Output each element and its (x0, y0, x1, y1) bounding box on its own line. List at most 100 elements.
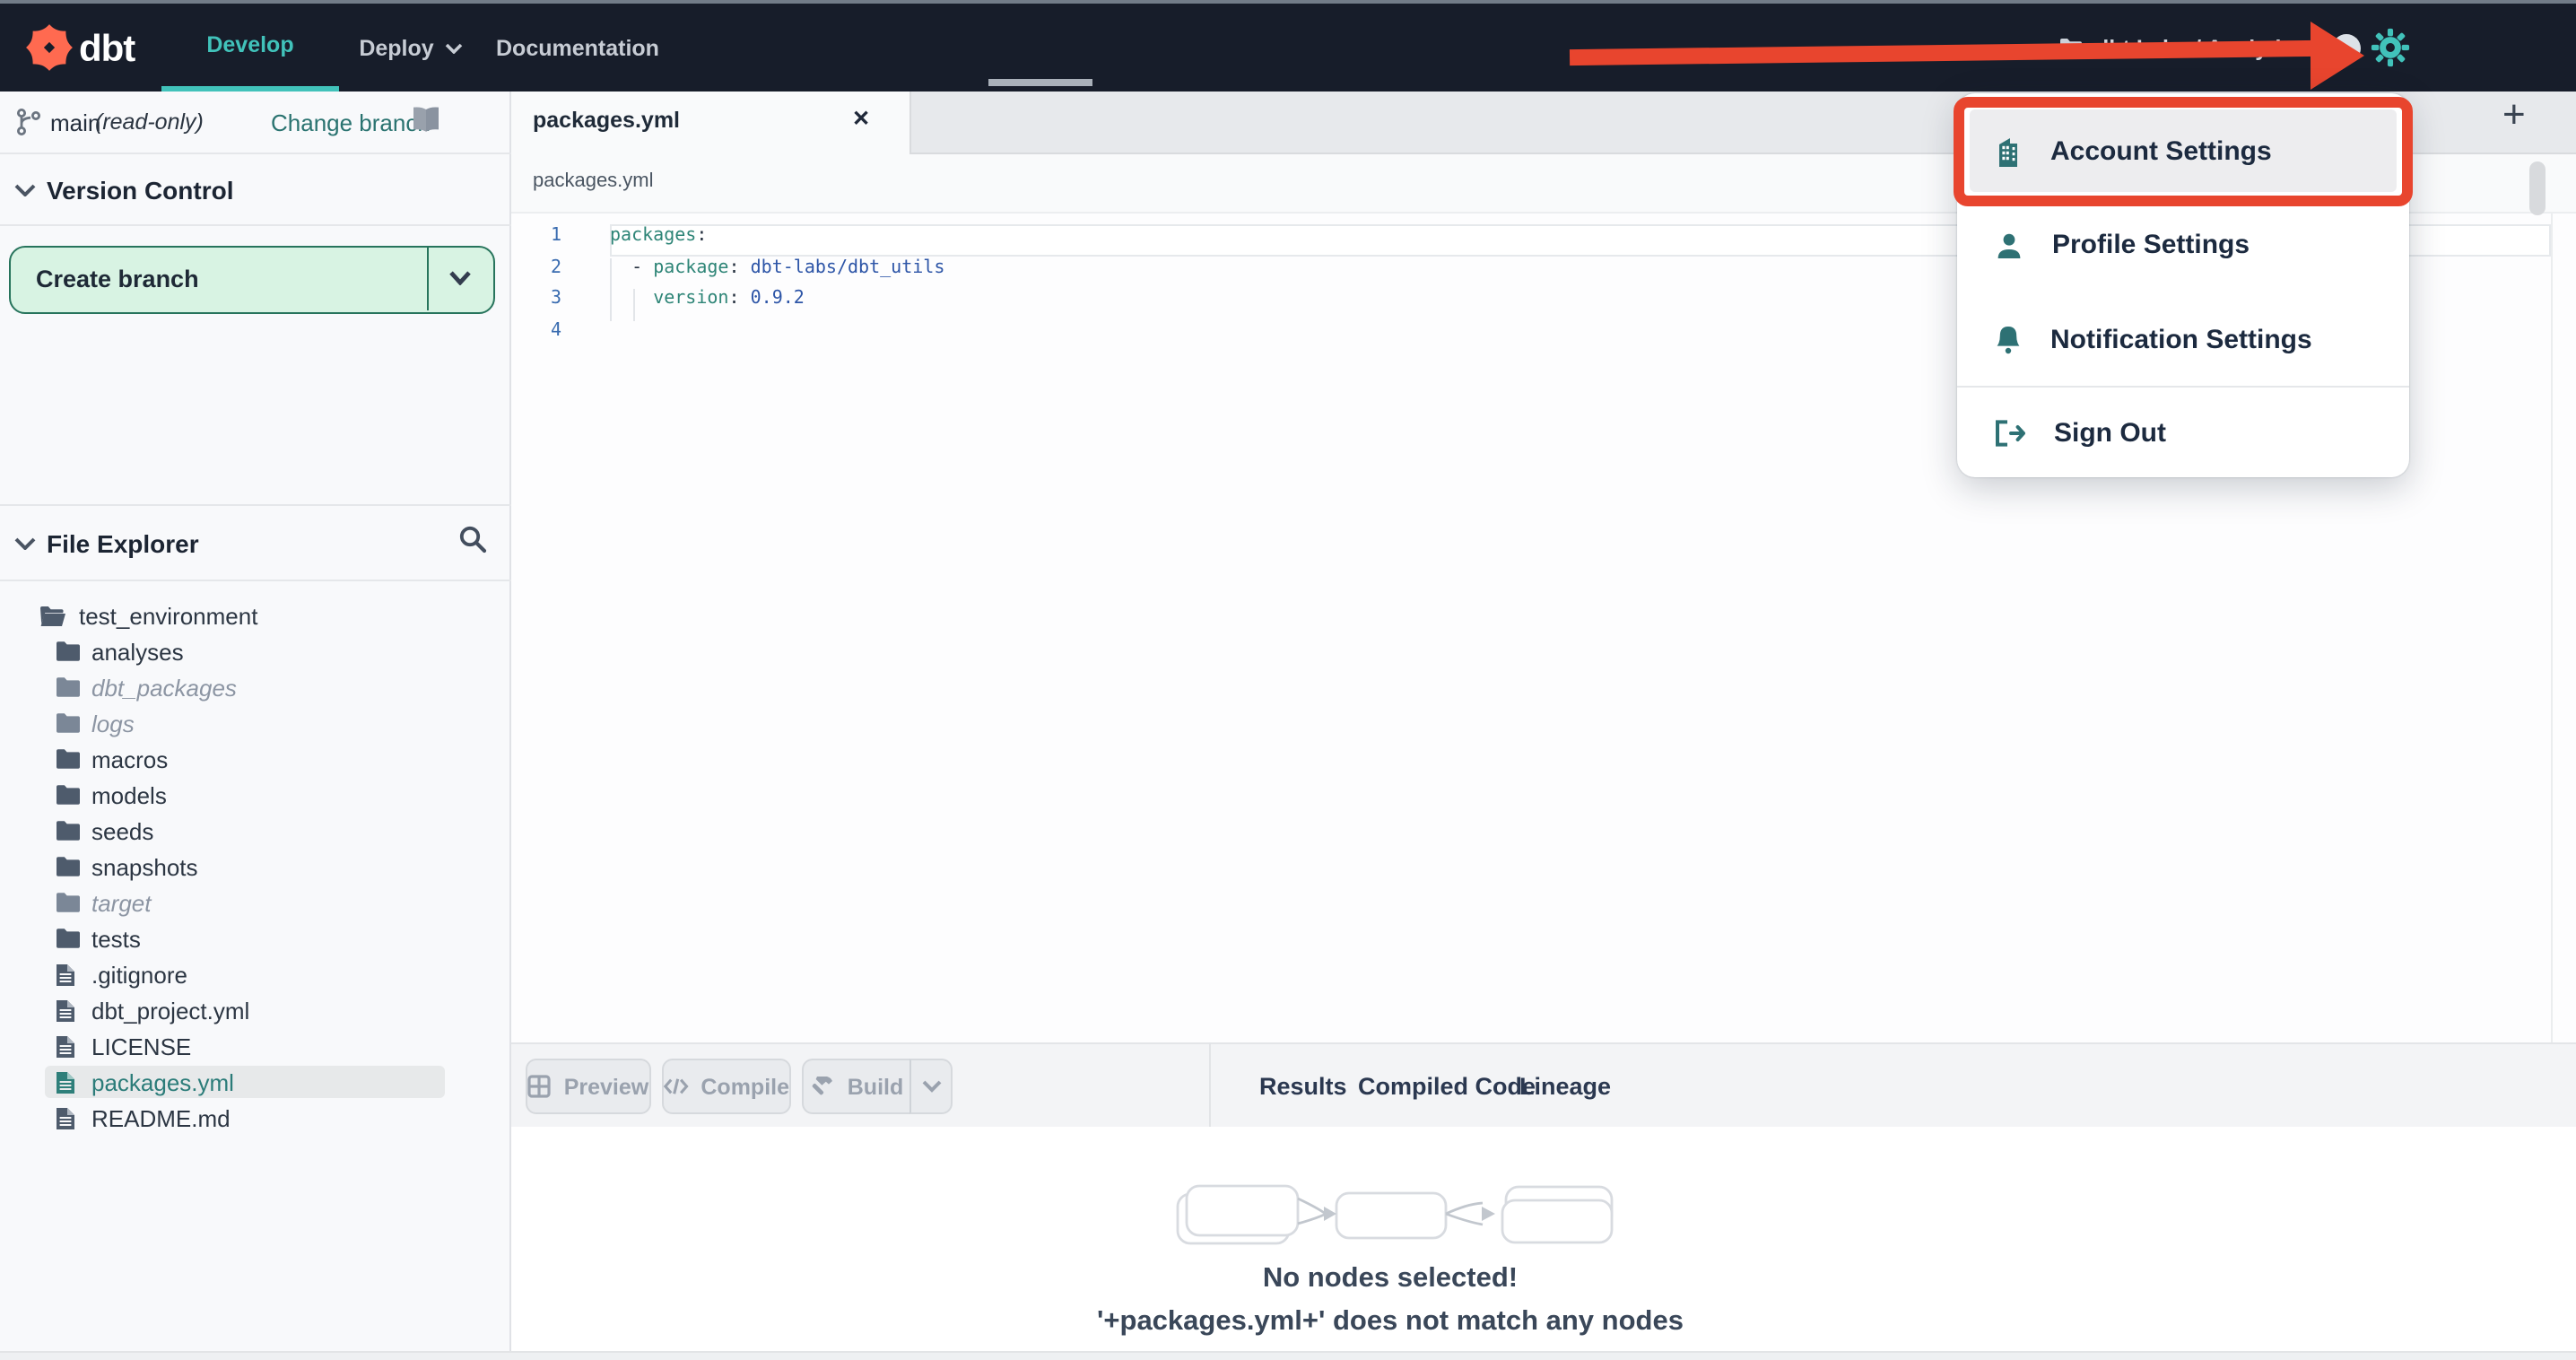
branch-row: main (read-only) Change branch (0, 92, 511, 154)
code-token: packages (610, 226, 697, 246)
file-icon (57, 1035, 74, 1057)
tab-compiled-code[interactable]: Compiled Code (1358, 1044, 1536, 1129)
file-tree-item[interactable]: dbt_project.yml (0, 992, 511, 1028)
file-tree-item[interactable]: test_environment (0, 597, 511, 633)
build-options-button[interactable] (909, 1059, 953, 1114)
close-icon[interactable]: ✕ (852, 106, 870, 131)
file-tree-item[interactable]: dbt_packages (0, 669, 511, 705)
new-tab-button[interactable]: + (2502, 94, 2526, 135)
line-number: 2 (550, 257, 561, 277)
lineage-label: Lineage (1519, 1073, 1612, 1100)
brand-wordmark[interactable]: dbt (79, 29, 135, 72)
folder-open-icon (40, 606, 65, 625)
file-icon (57, 1107, 74, 1129)
menu-item-profile-settings[interactable]: Profile Settings (1957, 198, 2409, 292)
file-tree-label: seeds (91, 817, 154, 844)
editor-tab-packages-yml[interactable]: packages.yml ✕ (511, 92, 911, 154)
file-tree-item[interactable]: logs (0, 705, 511, 741)
change-branch-link[interactable]: Change branch (271, 109, 431, 136)
lineage-empty-detail: '+packages.yml+' does not match any node… (1097, 1306, 1684, 1337)
docs-book-icon[interactable] (409, 106, 443, 136)
line-number: 4 (550, 320, 561, 340)
build-button[interactable]: Build (802, 1059, 909, 1114)
table-grid-icon (528, 1075, 552, 1098)
file-tree-item[interactable]: models (0, 777, 511, 813)
file-tree-item[interactable]: seeds (0, 813, 511, 849)
file-tree-item-selected[interactable]: packages.yml (0, 1064, 511, 1100)
file-tree-label: logs (91, 710, 135, 737)
code-line: packages: (610, 226, 707, 246)
compile-label: Compile (701, 1074, 789, 1099)
file-tree-label: dbt_project.yml (91, 997, 250, 1024)
file-icon (57, 963, 74, 985)
sidebar: main (read-only) Change branch Version C… (0, 92, 511, 1360)
compile-button[interactable]: Compile (662, 1059, 791, 1114)
folder-icon (57, 856, 80, 876)
chevron-down-icon (921, 1080, 941, 1093)
folder-icon (57, 820, 80, 840)
file-tree-item[interactable]: .gitignore (0, 956, 511, 992)
compiled-code-label: Compiled Code (1358, 1073, 1536, 1100)
chevron-down-icon[interactable] (448, 271, 472, 285)
file-explorer-header[interactable]: File Explorer (0, 504, 511, 581)
code-icon (664, 1078, 689, 1094)
lineage-panel: No nodes selected! '+packages.yml+' does… (511, 1127, 2576, 1351)
scrollbar-thumb[interactable] (2529, 161, 2546, 215)
nav-item-documentation[interactable]: Documentation (488, 4, 667, 92)
folder-icon (57, 928, 80, 947)
folder-icon (57, 892, 80, 911)
file-tree-label: test_environment (79, 602, 258, 629)
file-icon (57, 1071, 74, 1093)
file-tree-label: .gitignore (91, 961, 187, 988)
file-tree-item[interactable]: target (0, 885, 511, 920)
file-tree-item[interactable]: macros (0, 741, 511, 777)
lineage-graph (1176, 1184, 1614, 1245)
file-icon (57, 999, 74, 1021)
panel-divider (1209, 1042, 1211, 1127)
create-branch-button[interactable]: Create branch (9, 246, 495, 314)
nav-item-develop[interactable]: Develop (161, 4, 339, 92)
hammer-icon (813, 1077, 833, 1095)
folder-icon (57, 676, 80, 696)
file-tree-label: snapshots (91, 853, 198, 880)
folder-icon (57, 641, 80, 660)
menu-item-notification-settings[interactable]: Notification Settings (1957, 292, 2409, 386)
file-tree-item[interactable]: LICENSE (0, 1028, 511, 1064)
code-token: version (653, 289, 729, 309)
tab-label: packages.yml (533, 108, 680, 133)
dbt-logo-icon[interactable] (25, 23, 74, 72)
preview-button[interactable]: Preview (526, 1059, 651, 1114)
file-tree-item[interactable]: snapshots (0, 849, 511, 885)
search-icon[interactable] (457, 524, 488, 554)
menu-item-sign-out[interactable]: Sign Out (1957, 387, 2409, 480)
file-tree-item[interactable]: tests (0, 920, 511, 956)
preview-label: Preview (563, 1074, 649, 1099)
code-token: package (653, 257, 729, 277)
gear-icon[interactable] (2370, 27, 2411, 68)
code-line: - package: dbt-labs/dbt_utils (610, 257, 944, 277)
file-tree-item[interactable]: README.md (0, 1100, 511, 1136)
tab-lineage[interactable]: Lineage (1519, 1044, 1611, 1129)
folder-icon (57, 748, 80, 768)
bottom-strip (0, 1351, 2576, 1360)
nav-documentation-label: Documentation (496, 35, 659, 60)
tab-results[interactable]: Results (1259, 1044, 1347, 1129)
file-tree-label: models (91, 781, 167, 808)
version-control-header[interactable]: Version Control (0, 154, 511, 226)
annotation-arrow-head (2311, 22, 2364, 90)
nav-develop-label: Develop (206, 32, 294, 57)
line-number: 3 (550, 289, 561, 309)
file-tree-item[interactable]: analyses (0, 633, 511, 669)
active-tab-underline (988, 79, 1092, 85)
sign-out-label: Sign Out (2054, 418, 2166, 449)
file-tree-label: analyses (91, 638, 184, 665)
file-tree-label: packages.yml (91, 1068, 234, 1095)
file-tree-label: target (91, 889, 152, 916)
button-divider (427, 248, 429, 310)
version-control-title: Version Control (47, 175, 234, 204)
file-tree-label: tests (91, 925, 141, 952)
nav-item-deploy[interactable]: Deploy (348, 4, 474, 92)
code-token: dbt-labs/dbt_utils (750, 257, 945, 277)
